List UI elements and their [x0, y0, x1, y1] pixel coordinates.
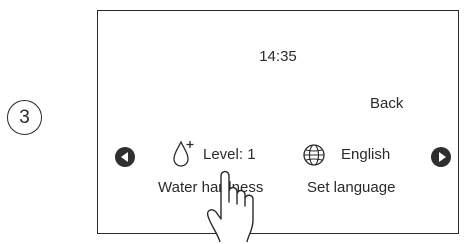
globe-icon: [303, 144, 325, 166]
hand-pointer-icon: [206, 170, 254, 243]
step-number: 3: [19, 106, 30, 128]
back-button[interactable]: Back: [370, 95, 403, 112]
step-number-badge: 3: [7, 100, 42, 135]
water-drop-icon: [173, 140, 194, 167]
set-language-label[interactable]: Set language: [307, 179, 395, 196]
language-value[interactable]: English: [341, 146, 390, 163]
water-hardness-value[interactable]: Level: 1: [203, 146, 256, 163]
clock-display: 14:35: [259, 48, 297, 65]
left-arrow-icon[interactable]: [115, 147, 135, 167]
device-screen: 14:35 Back Level: 1 English Water hardne…: [97, 10, 459, 234]
right-arrow-icon[interactable]: [431, 147, 451, 167]
